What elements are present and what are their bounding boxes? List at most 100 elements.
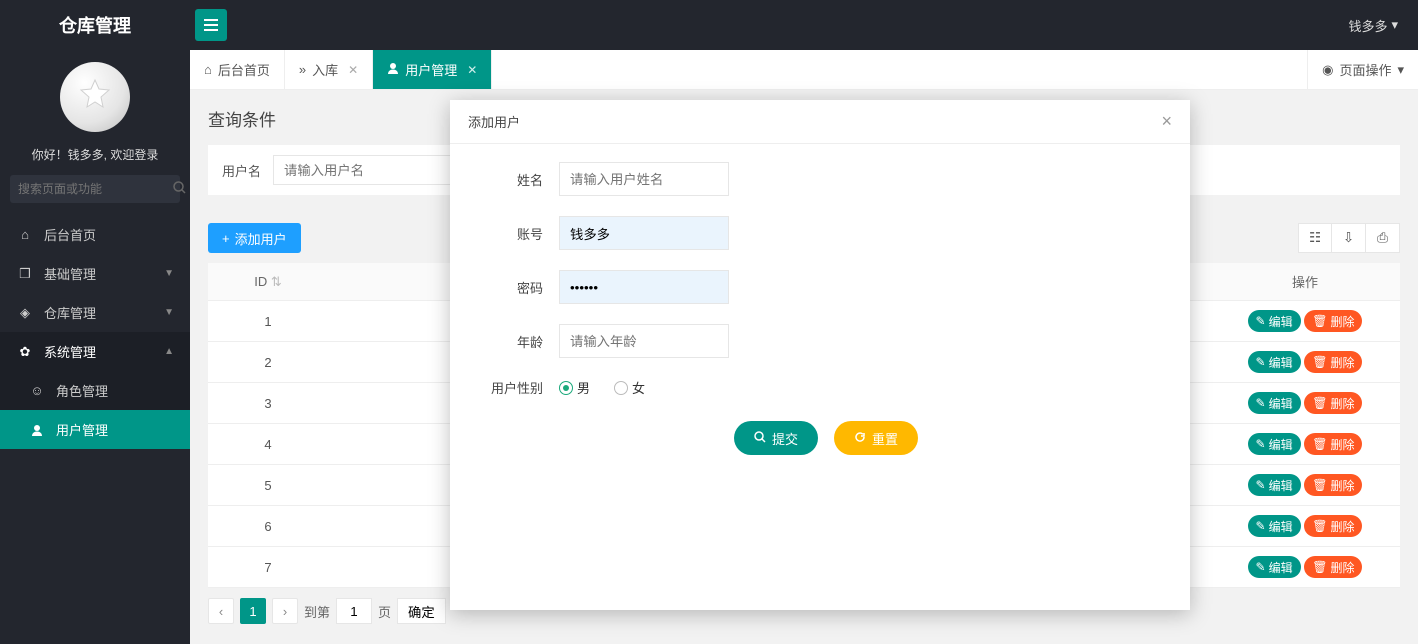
gender-male-radio[interactable]: 男 bbox=[559, 378, 590, 397]
close-icon[interactable]: ✕ bbox=[348, 63, 358, 77]
name-input[interactable] bbox=[559, 162, 729, 196]
col-op-header: 操作 bbox=[1210, 263, 1400, 301]
tab-user-mgmt[interactable]: 用户管理 ✕ bbox=[373, 50, 492, 89]
pencil-icon: ✎ bbox=[1256, 437, 1266, 451]
edit-button[interactable]: ✎ 编辑 bbox=[1248, 351, 1301, 373]
gear-icon: ✿ bbox=[16, 344, 34, 360]
search-icon bbox=[173, 181, 186, 197]
sidebar-item-label: 仓库管理 bbox=[44, 303, 96, 322]
pager-next-button[interactable]: › bbox=[272, 598, 298, 624]
smile-icon: ☺ bbox=[28, 383, 46, 398]
trash-icon: 🗑 bbox=[1312, 560, 1327, 574]
dice-icon: ◈ bbox=[16, 305, 34, 321]
tab-label: 入库 bbox=[312, 60, 338, 79]
col-id-header[interactable]: ID ⇅ bbox=[208, 263, 328, 301]
modal-title: 添加用户 bbox=[468, 112, 520, 131]
cell-id: 6 bbox=[208, 506, 328, 547]
edit-button[interactable]: ✎ 编辑 bbox=[1248, 556, 1301, 578]
edit-button[interactable]: ✎ 编辑 bbox=[1248, 515, 1301, 537]
pager-page-input[interactable] bbox=[336, 598, 372, 624]
account-label: 账号 bbox=[474, 224, 559, 243]
cell-id: 2 bbox=[208, 342, 328, 383]
sidebar-item-label: 用户管理 bbox=[56, 420, 108, 439]
sidebar-item-home[interactable]: ⌂ 后台首页 bbox=[0, 215, 190, 254]
download-icon: ⇩ bbox=[1343, 230, 1354, 246]
tab-operations-menu[interactable]: ◉ 页面操作 ▾ bbox=[1307, 50, 1418, 89]
cell-ops: ✎ 编辑 🗑 删除 bbox=[1210, 506, 1400, 547]
pager-to-label-b: 页 bbox=[378, 602, 391, 621]
pager-go-button[interactable]: 确定 bbox=[397, 598, 446, 624]
pencil-icon: ✎ bbox=[1256, 478, 1266, 492]
modal-close-button[interactable]: × bbox=[1161, 111, 1172, 132]
pager-page-1[interactable]: 1 bbox=[240, 598, 266, 624]
sidebar-search[interactable] bbox=[10, 175, 180, 203]
col-id-label: ID bbox=[254, 274, 267, 289]
print-button[interactable]: ⎙ bbox=[1366, 223, 1400, 253]
delete-button[interactable]: 🗑 删除 bbox=[1304, 474, 1362, 496]
edit-button[interactable]: ✎ 编辑 bbox=[1248, 433, 1301, 455]
age-input[interactable] bbox=[559, 324, 729, 358]
export-button[interactable]: ⇩ bbox=[1332, 223, 1366, 253]
sidebar-item-user[interactable]: 用户管理 bbox=[0, 410, 190, 449]
close-icon[interactable]: ✕ bbox=[467, 63, 477, 77]
pencil-icon: ✎ bbox=[1256, 355, 1266, 369]
add-user-label: 添加用户 bbox=[235, 229, 287, 248]
pager-to-label-a: 到第 bbox=[304, 602, 330, 621]
target-icon: ◉ bbox=[1322, 62, 1333, 78]
radio-selected-icon bbox=[559, 381, 573, 395]
sidebar-item-system[interactable]: ✿ 系统管理 ▲ bbox=[0, 332, 190, 371]
refresh-icon bbox=[854, 431, 866, 446]
sidebar-nav: ⌂ 后台首页 ❒ 基础管理 ▼ ◈ 仓库管理 ▼ ✿ 系统管理 ▲ bbox=[0, 215, 190, 449]
trash-icon: 🗑 bbox=[1312, 519, 1327, 533]
edit-button[interactable]: ✎ 编辑 bbox=[1248, 392, 1301, 414]
avatar[interactable] bbox=[60, 62, 130, 132]
edit-button[interactable]: ✎ 编辑 bbox=[1248, 474, 1301, 496]
pencil-icon: ✎ bbox=[1256, 396, 1266, 410]
home-icon: ⌂ bbox=[204, 62, 212, 77]
chevron-up-icon: ▲ bbox=[164, 346, 174, 357]
cell-ops: ✎ 编辑 🗑 删除 bbox=[1210, 424, 1400, 465]
sidebar-toggle-button[interactable] bbox=[195, 9, 227, 41]
sidebar-item-role[interactable]: ☺ 角色管理 bbox=[0, 371, 190, 410]
delete-button[interactable]: 🗑 删除 bbox=[1304, 556, 1362, 578]
plus-icon: + bbox=[222, 231, 230, 246]
tab-inbound[interactable]: » 入库 ✕ bbox=[285, 50, 373, 89]
gender-female-radio[interactable]: 女 bbox=[614, 378, 645, 397]
trash-icon: 🗑 bbox=[1312, 314, 1327, 328]
app-brand: 仓库管理 bbox=[0, 12, 190, 38]
submit-label: 提交 bbox=[772, 429, 798, 448]
delete-button[interactable]: 🗑 删除 bbox=[1304, 433, 1362, 455]
cell-ops: ✎ 编辑 🗑 删除 bbox=[1210, 301, 1400, 342]
columns-button[interactable]: ☷ bbox=[1298, 223, 1332, 253]
sidebar-item-basic[interactable]: ❒ 基础管理 ▼ bbox=[0, 254, 190, 293]
trash-icon: 🗑 bbox=[1312, 355, 1327, 369]
edit-button[interactable]: ✎ 编辑 bbox=[1248, 310, 1301, 332]
tab-home[interactable]: ⌂ 后台首页 bbox=[190, 50, 285, 89]
sidebar-search-input[interactable] bbox=[18, 182, 173, 196]
chevron-down-icon: ▼ bbox=[164, 307, 174, 318]
tab-label: 用户管理 bbox=[405, 60, 457, 79]
add-user-button[interactable]: + 添加用户 bbox=[208, 223, 301, 253]
password-input[interactable] bbox=[559, 270, 729, 304]
cell-ops: ✎ 编辑 🗑 删除 bbox=[1210, 547, 1400, 588]
reset-button[interactable]: 重置 bbox=[834, 421, 918, 455]
delete-button[interactable]: 🗑 删除 bbox=[1304, 351, 1362, 373]
user-icon bbox=[387, 62, 399, 77]
current-user-menu[interactable]: 钱多多 ▾ bbox=[1328, 16, 1418, 35]
sidebar-item-warehouse[interactable]: ◈ 仓库管理 ▼ bbox=[0, 293, 190, 332]
delete-button[interactable]: 🗑 删除 bbox=[1304, 310, 1362, 332]
gender-label: 用户性别 bbox=[474, 378, 559, 397]
submit-button[interactable]: 提交 bbox=[734, 421, 818, 455]
radio-unselected-icon bbox=[614, 381, 628, 395]
cell-id: 5 bbox=[208, 465, 328, 506]
age-label: 年龄 bbox=[474, 332, 559, 351]
account-input[interactable] bbox=[559, 216, 729, 250]
pager-prev-button[interactable]: ‹ bbox=[208, 598, 234, 624]
home-icon: ⌂ bbox=[16, 227, 34, 242]
delete-button[interactable]: 🗑 删除 bbox=[1304, 392, 1362, 414]
delete-button[interactable]: 🗑 删除 bbox=[1304, 515, 1362, 537]
filter-user-label: 用户名 bbox=[222, 161, 261, 180]
filter-user-input[interactable] bbox=[273, 155, 453, 185]
avatar-block bbox=[0, 50, 190, 140]
user-icon bbox=[28, 424, 46, 436]
